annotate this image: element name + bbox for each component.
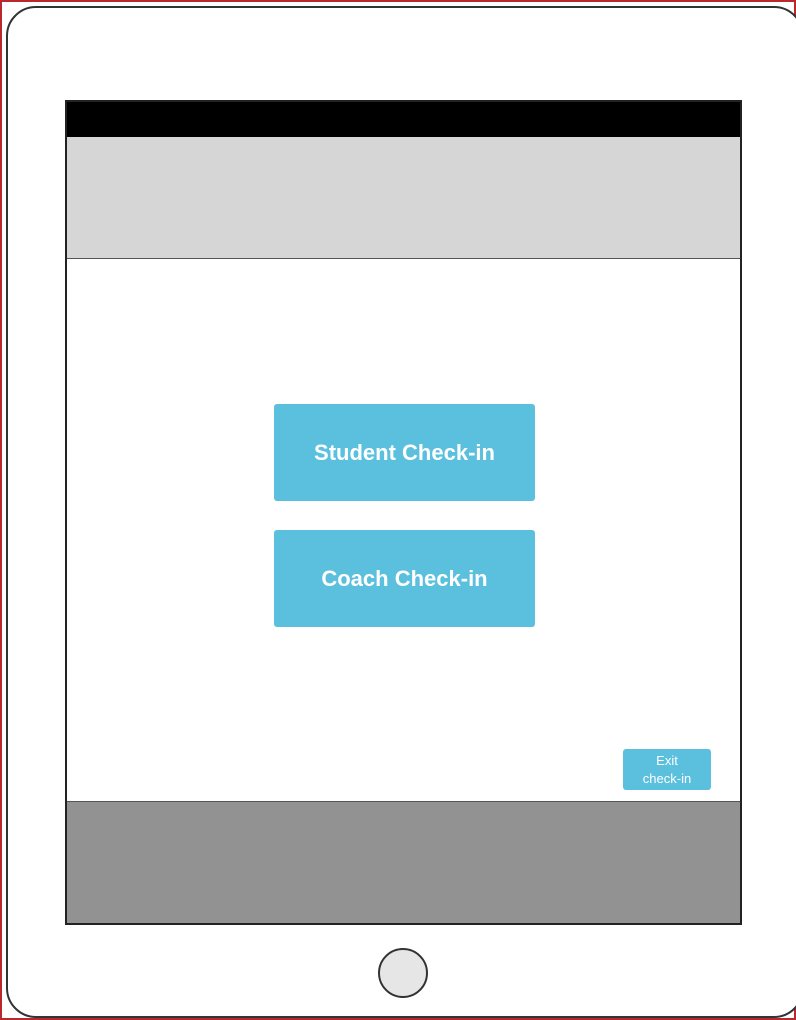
coach-checkin-label: Coach Check-in <box>321 565 488 591</box>
student-checkin-button[interactable]: Student Check-in <box>274 404 535 501</box>
student-checkin-label: Student Check-in <box>314 439 495 465</box>
main-content: Student Check-in Coach Check-in Exit che… <box>67 259 740 801</box>
coach-checkin-button[interactable]: Coach Check-in <box>274 530 535 627</box>
exit-checkin-button[interactable]: Exit check-in <box>623 749 711 790</box>
footer-area <box>67 801 740 923</box>
header-area <box>67 137 740 259</box>
tablet-screen: Student Check-in Coach Check-in Exit che… <box>65 100 742 925</box>
status-bar <box>67 102 740 137</box>
exit-label-line1: Exit <box>656 752 678 768</box>
exit-label-line2: check-in <box>642 770 692 786</box>
home-button-icon[interactable] <box>378 948 428 998</box>
